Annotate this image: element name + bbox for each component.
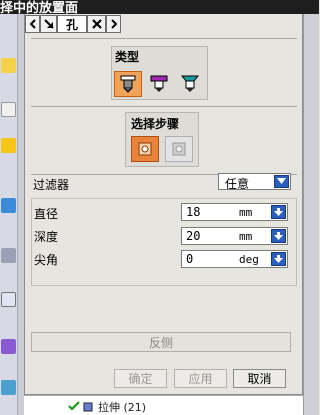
through-face-step-icon[interactable] <box>165 136 193 162</box>
toolbar-icon[interactable] <box>1 102 16 117</box>
tip-angle-label: 尖角 <box>34 253 59 267</box>
depth-value: 20 <box>186 229 201 243</box>
diagonal-arrow-icon[interactable] <box>40 15 57 33</box>
toolbar-icon[interactable] <box>1 138 16 153</box>
title-strip: 择中的放置面 <box>0 0 319 16</box>
chevron-down-icon[interactable] <box>274 175 289 188</box>
apply-button[interactable]: 应用 <box>174 369 227 388</box>
left-toolbar <box>0 14 18 415</box>
counterbore-hole-icon[interactable] <box>145 71 173 97</box>
select-steps-label: 选择步骤 <box>131 117 180 131</box>
separator <box>31 38 297 39</box>
diameter-unit: mm <box>239 206 253 219</box>
check-icon <box>68 401 80 411</box>
toolbar-icon[interactable] <box>1 339 16 354</box>
tab-hole[interactable]: 孔 <box>57 15 87 33</box>
part-navigator-strip: 拉伸 (21) <box>24 395 303 415</box>
chevron-right-icon[interactable] <box>106 15 121 33</box>
toolbar-icon[interactable] <box>1 198 16 213</box>
tip-angle-field[interactable]: 0 deg <box>181 250 288 268</box>
close-icon[interactable] <box>87 15 106 33</box>
countersink-hole-icon[interactable] <box>176 71 204 97</box>
type-group-label: 类型 <box>115 50 140 64</box>
tip-angle-value: 0 <box>186 252 194 266</box>
tip-angle-unit: deg <box>239 253 259 266</box>
cancel-button[interactable]: 取消 <box>233 369 286 388</box>
chevron-left-icon[interactable] <box>25 15 40 33</box>
diameter-label: 直径 <box>34 207 59 221</box>
parameters-box: 直径 18 mm 深度 20 mm 尖角 0 deg <box>31 198 297 286</box>
chevron-down-icon[interactable] <box>271 252 286 266</box>
toolbar-icon[interactable] <box>1 380 16 395</box>
simple-hole-icon[interactable] <box>114 71 142 97</box>
reverse-side-button[interactable]: 反侧 <box>31 332 291 352</box>
extrude-icon <box>83 402 93 412</box>
placement-face-step-icon[interactable] <box>131 136 159 162</box>
tree-item-label[interactable]: 拉伸 (21) <box>98 399 146 415</box>
filter-label: 过滤器 <box>33 178 70 192</box>
filter-value: 任意 <box>225 177 250 191</box>
depth-field[interactable]: 20 mm <box>181 227 288 245</box>
ok-button[interactable]: 确定 <box>114 369 167 388</box>
hole-dialog: 孔 类型 选择步骤 过滤器 任意 直径 18 mm 深度 20 mm 尖角 0 … <box>24 14 303 395</box>
type-group: 类型 <box>111 46 208 100</box>
toolbar-icon[interactable] <box>1 58 16 73</box>
filter-select[interactable]: 任意 <box>218 173 291 191</box>
chevron-down-icon[interactable] <box>271 229 286 243</box>
chevron-down-icon[interactable] <box>271 205 286 219</box>
depth-unit: mm <box>239 230 253 243</box>
select-steps-group: 选择步骤 <box>125 112 199 167</box>
diameter-value: 18 <box>186 205 201 219</box>
dialog-tabbar: 孔 <box>25 14 135 34</box>
list-icon[interactable] <box>1 292 16 307</box>
clock-icon[interactable] <box>1 248 16 263</box>
right-panel-edge <box>303 14 319 415</box>
depth-label: 深度 <box>34 230 59 244</box>
separator <box>31 106 297 107</box>
diameter-field[interactable]: 18 mm <box>181 203 288 221</box>
